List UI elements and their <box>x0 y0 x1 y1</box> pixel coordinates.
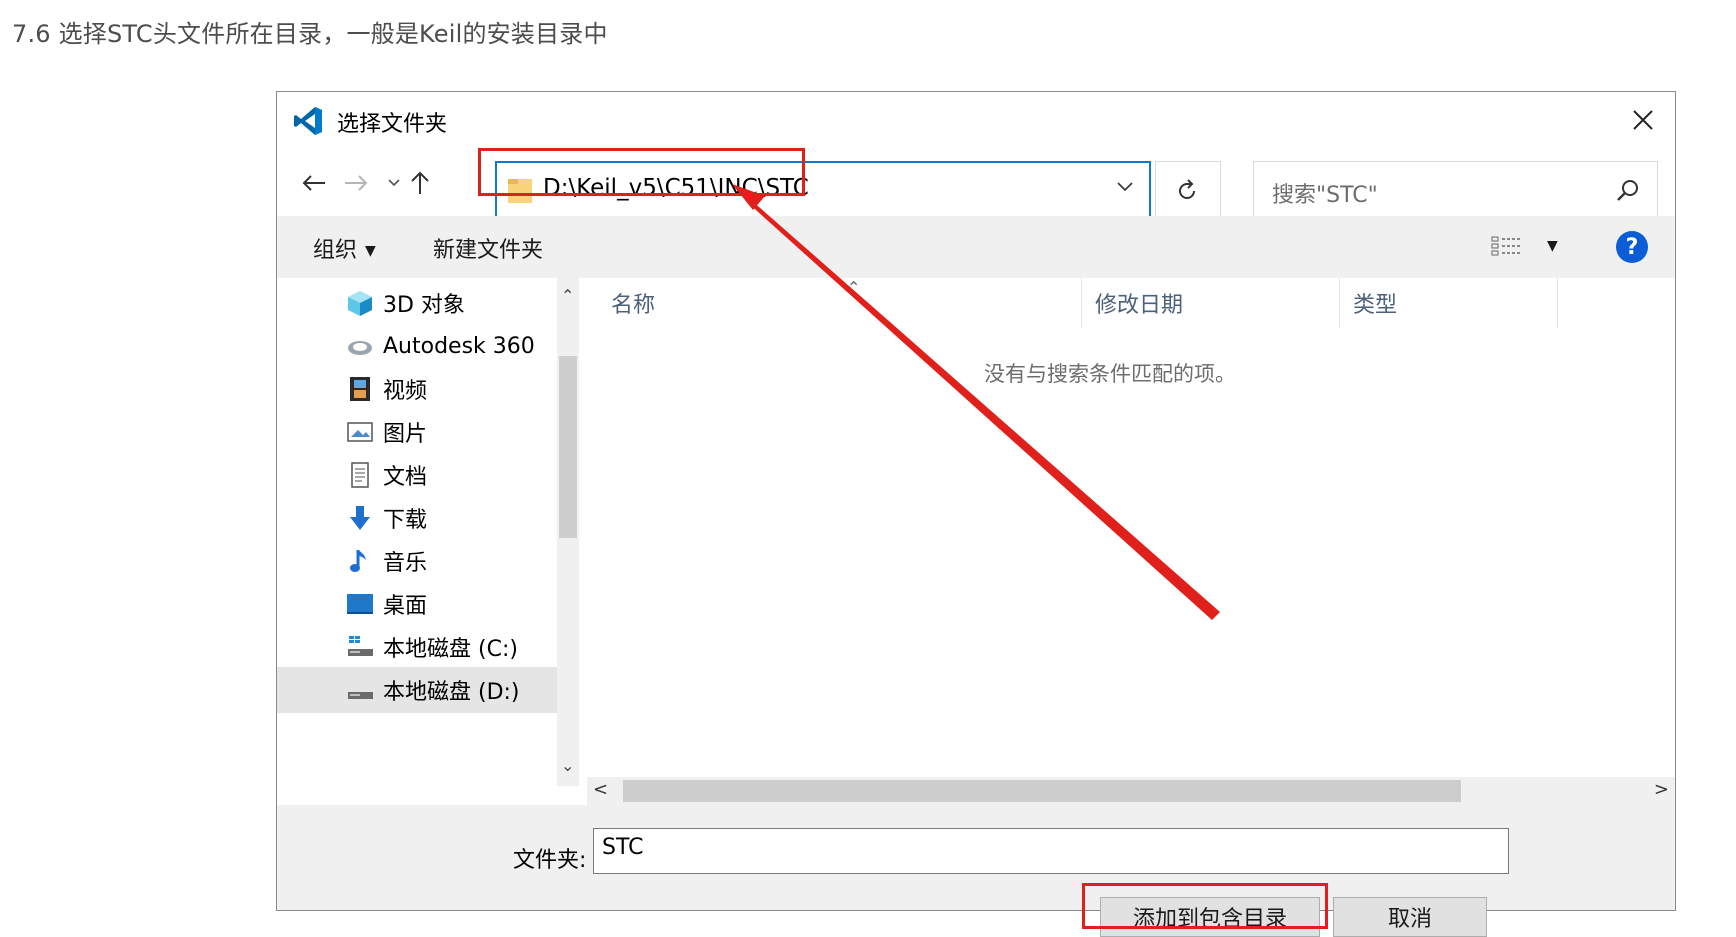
chevron-down-icon[interactable] <box>1115 180 1135 194</box>
chevron-down-icon <box>388 179 400 187</box>
scroll-left-icon[interactable]: < <box>593 779 608 800</box>
cube-icon <box>348 291 372 316</box>
nav-vertical-scrollbar[interactable]: ⌃ ⌄ <box>557 278 579 786</box>
nav-item-label: 桌面 <box>383 594 428 619</box>
column-header-name[interactable]: 名称 <box>611 278 655 328</box>
up-button[interactable] <box>403 166 437 200</box>
picture-icon <box>347 422 373 442</box>
video-icon <box>350 377 370 401</box>
address-text: D:\Keil_v5\C51\INC\STC <box>543 175 809 201</box>
document-icon <box>351 462 369 488</box>
drive-icon <box>348 692 373 699</box>
column-separator[interactable] <box>1339 278 1340 328</box>
arrow-left-icon <box>302 175 325 191</box>
scrollbar-thumb[interactable] <box>559 356 577 538</box>
search-icon <box>1617 180 1638 201</box>
nav-item-label: 下载 <box>383 508 428 533</box>
help-icon[interactable]: ? <box>1616 231 1648 263</box>
cancel-button[interactable]: 取消 <box>1333 897 1487 937</box>
navigation-pane: 3D 对象 Autodesk 360 视频 图片 文档 下载 音乐 桌面 本地磁… <box>277 278 579 786</box>
nav-item-label: 音乐 <box>383 551 428 576</box>
nav-item-label: 本地磁盘 (D:) <box>383 680 520 705</box>
nav-item-downloads[interactable]: 下载 <box>277 495 557 541</box>
caret-down-icon: ▼ <box>1547 238 1558 254</box>
nav-item-label: 视频 <box>383 379 428 404</box>
nav-item-label: 3D 对象 <box>383 293 465 318</box>
view-options-button[interactable]: ▼ <box>1491 234 1558 258</box>
arrow-up-icon <box>411 171 429 194</box>
cloud-icon <box>348 341 372 355</box>
navigation-row: D:\Keil_v5\C51\INC\STC 搜索"STC" <box>277 150 1675 220</box>
organize-label: 组织 <box>313 238 358 263</box>
nav-item-videos[interactable]: 视频 <box>277 366 557 412</box>
vscode-icon <box>294 107 322 135</box>
folder-icon <box>508 179 532 203</box>
refresh-icon <box>1179 178 1195 199</box>
scroll-up-icon[interactable]: ⌃ <box>561 286 574 305</box>
folder-field-label: 文件夹: <box>513 848 587 873</box>
nav-item-label: 文档 <box>383 465 428 490</box>
column-separator[interactable] <box>1081 278 1082 328</box>
empty-message: 没有与搜索条件匹配的项。 <box>984 362 1236 386</box>
nav-item-label: Autodesk 360 <box>383 333 535 359</box>
desktop-icon <box>347 594 373 614</box>
nav-item-pictures[interactable]: 图片 <box>277 409 557 455</box>
drive-icon <box>348 636 373 656</box>
new-folder-button[interactable]: 新建文件夹 <box>433 232 543 264</box>
nav-item-label: 图片 <box>383 422 428 447</box>
command-toolbar: 组织 ▼ 新建文件夹 ▼ ? <box>277 216 1675 278</box>
dialog-footer: 文件夹: STC 添加到包含目录 取消 <box>277 805 1675 937</box>
refresh-button[interactable] <box>1155 161 1221 220</box>
forward-button[interactable] <box>339 166 373 200</box>
organize-menu[interactable]: 组织 ▼ <box>313 232 376 264</box>
search-box[interactable]: 搜索"STC" <box>1253 161 1658 220</box>
details-view-icon <box>1491 236 1521 256</box>
nav-item-label: 本地磁盘 (C:) <box>383 637 518 662</box>
address-bar[interactable]: D:\Keil_v5\C51\INC\STC <box>495 161 1151 220</box>
arrow-right-icon <box>345 175 368 191</box>
horizontal-scrollbar[interactable]: < > <box>587 777 1675 805</box>
scrollbar-thumb[interactable] <box>623 780 1461 802</box>
nav-item-drive-c[interactable]: 本地磁盘 (C:) <box>277 624 557 670</box>
close-icon <box>1633 110 1653 130</box>
nav-item-3d-objects[interactable]: 3D 对象 <box>277 280 557 326</box>
column-header-type[interactable]: 类型 <box>1353 278 1397 328</box>
scroll-right-icon[interactable]: > <box>1654 779 1669 800</box>
music-icon <box>350 550 366 572</box>
download-icon <box>350 506 370 530</box>
nav-item-autodesk-360[interactable]: Autodesk 360 <box>277 323 557 369</box>
back-button[interactable] <box>297 166 331 200</box>
sort-ascending-icon: ⌃ <box>847 278 861 297</box>
column-separator[interactable] <box>1557 278 1558 328</box>
nav-item-documents[interactable]: 文档 <box>277 452 557 498</box>
page-heading: 7.6 选择STC头文件所在目录，一般是Keil的安装目录中 <box>12 20 608 48</box>
column-header-modified[interactable]: 修改日期 <box>1095 278 1183 328</box>
add-to-include-button[interactable]: 添加到包含目录 <box>1100 897 1320 937</box>
select-folder-dialog: 选择文件夹 D:\Keil_v5\C51\INC\STC 搜索"STC" 组织 … <box>276 91 1676 937</box>
folder-name-input[interactable]: STC <box>593 828 1509 874</box>
dialog-titlebar: 选择文件夹 <box>277 92 1675 150</box>
nav-item-music[interactable]: 音乐 <box>277 538 557 584</box>
close-button[interactable] <box>1625 102 1661 138</box>
nav-item-drive-d[interactable]: 本地磁盘 (D:) <box>277 667 557 713</box>
caret-down-icon: ▼ <box>365 243 376 259</box>
dialog-title: 选择文件夹 <box>337 112 448 137</box>
search-input[interactable]: 搜索"STC" <box>1272 177 1378 209</box>
file-list: ⌃ 名称 修改日期 类型 没有与搜索条件匹配的项。 <box>587 278 1675 786</box>
nav-item-desktop[interactable]: 桌面 <box>277 581 557 627</box>
scroll-down-icon[interactable]: ⌄ <box>561 756 574 775</box>
